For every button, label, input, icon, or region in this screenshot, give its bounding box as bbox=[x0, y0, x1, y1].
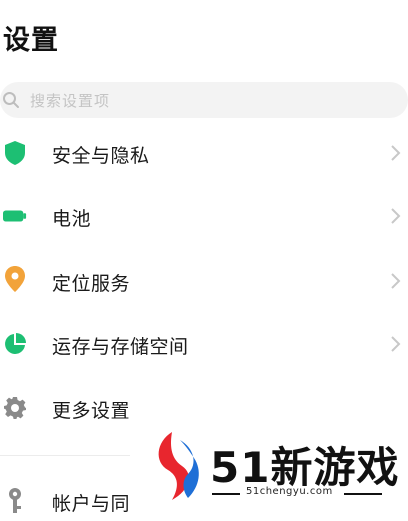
watermark-rule-left bbox=[212, 493, 240, 495]
settings-item-label: 定位服务 bbox=[52, 273, 131, 295]
settings-item-label: 运存与存储空间 bbox=[52, 336, 189, 358]
watermark: 51新游戏 51chengyu.com bbox=[130, 424, 408, 521]
shield-icon bbox=[3, 140, 27, 166]
settings-item-label: 更多设置 bbox=[52, 400, 131, 422]
settings-item-battery[interactable]: 电池 bbox=[0, 184, 408, 248]
watermark-url: 51chengyu.com bbox=[246, 486, 333, 497]
chevron-right-icon bbox=[391, 208, 401, 224]
search-placeholder: 搜索设置项 bbox=[30, 92, 111, 110]
settings-item-location[interactable]: 定位服务 bbox=[0, 248, 408, 312]
settings-item-storage[interactable]: 运存与存储空间 bbox=[0, 312, 408, 376]
settings-item-label: 帐户与同 bbox=[52, 493, 131, 515]
watermark-rule-right bbox=[344, 493, 382, 495]
chevron-right-icon bbox=[391, 336, 401, 352]
location-pin-icon bbox=[3, 266, 27, 292]
storage-pie-icon bbox=[3, 331, 27, 357]
search-icon bbox=[3, 92, 19, 108]
settings-item-label: 安全与隐私 bbox=[52, 145, 150, 167]
page-title: 设置 bbox=[3, 25, 59, 56]
watermark-logo-icon bbox=[158, 432, 199, 500]
gear-icon bbox=[3, 395, 27, 421]
key-icon bbox=[3, 488, 27, 514]
battery-icon bbox=[3, 203, 27, 229]
chevron-right-icon bbox=[391, 145, 401, 161]
settings-item-security-privacy[interactable]: 安全与隐私 bbox=[0, 120, 408, 184]
chevron-right-icon bbox=[391, 273, 401, 289]
settings-item-label: 电池 bbox=[52, 208, 92, 230]
search-input[interactable]: 搜索设置项 bbox=[0, 82, 408, 118]
